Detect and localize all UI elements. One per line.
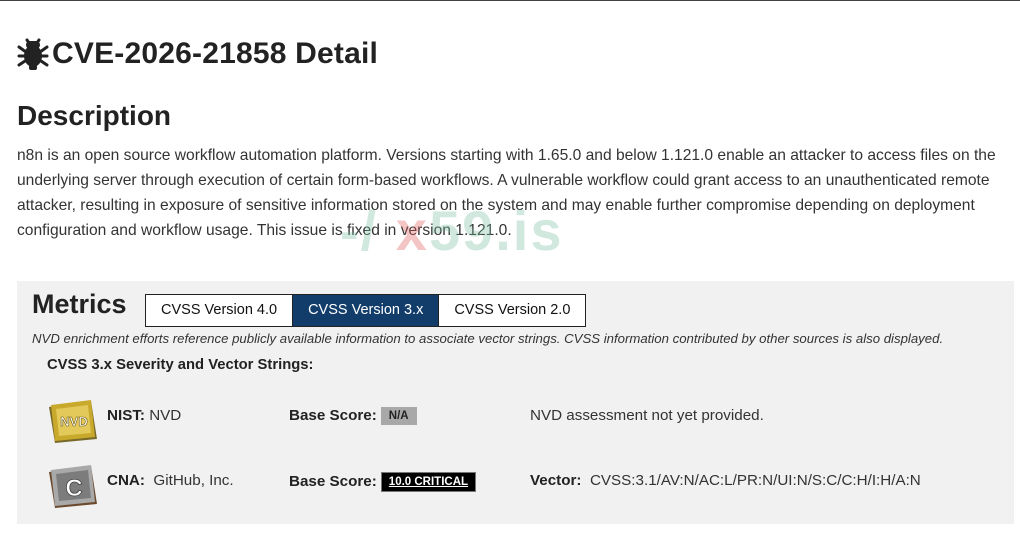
enrichment-note: NVD enrichment efforts reference publicl… bbox=[32, 331, 944, 346]
nist-source: NIST: NVD bbox=[107, 407, 182, 424]
nist-score-row: NVD NIST: NVD Base Score: N/A NVD assessm… bbox=[17, 399, 1014, 443]
severity-subheading: CVSS 3.x Severity and Vector Strings: bbox=[47, 357, 314, 373]
description-heading: Description bbox=[17, 100, 172, 131]
metrics-panel: Metrics CVSS Version 4.0 CVSS Version 3.… bbox=[17, 281, 1014, 524]
cna-logo-text: C bbox=[65, 475, 82, 502]
tab-cvss-2-0[interactable]: CVSS Version 2.0 bbox=[439, 295, 585, 326]
cna-base-score: Base Score: 10.0 CRITICAL bbox=[289, 472, 477, 492]
nvd-logo-icon: NVD bbox=[49, 400, 97, 443]
tab-cvss-3-x[interactable]: CVSS Version 3.x bbox=[293, 295, 440, 326]
cna-score-row: C CNA: GitHub, Inc. Base Score: 10.0 CRIT… bbox=[17, 464, 1014, 508]
page-title: CVE-2026-21858 Detail bbox=[16, 34, 378, 74]
tab-cvss-4-0[interactable]: CVSS Version 4.0 bbox=[146, 295, 294, 326]
metrics-heading: Metrics bbox=[32, 289, 127, 319]
page-title-text: CVE-2026-21858 Detail bbox=[52, 37, 379, 70]
nist-base-score: Base Score: N/A bbox=[289, 407, 417, 425]
nist-score-badge: N/A bbox=[380, 407, 417, 425]
cna-source: CNA: GitHub, Inc. bbox=[107, 472, 234, 489]
description-text: n8n is an open source workflow automatio… bbox=[17, 147, 996, 239]
cvss-version-tabs: CVSS Version 4.0 CVSS Version 3.x CVSS V… bbox=[145, 294, 587, 327]
nvd-logo-text: NVD bbox=[60, 414, 87, 429]
bug-icon bbox=[17, 38, 49, 70]
top-border bbox=[0, 0, 1020, 1]
cna-vector-string: Vector: CVSS:3.1/AV:N/AC:L/PR:N/UI:N/S:C… bbox=[530, 472, 921, 489]
cna-score-badge-link[interactable]: 10.0 CRITICAL bbox=[380, 472, 477, 492]
nvd-assessment-note: NVD assessment not yet provided. bbox=[530, 407, 764, 424]
cna-logo-icon: C bbox=[49, 465, 97, 508]
